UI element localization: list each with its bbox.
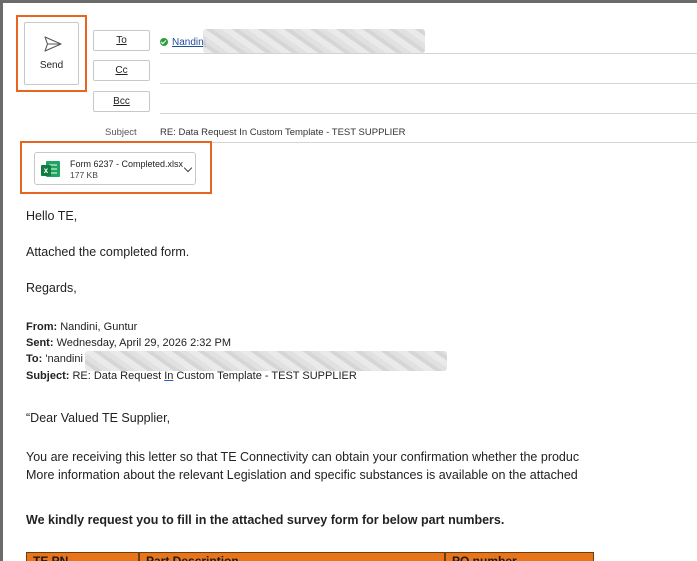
quoted-sent: Sent: Wednesday, April 29, 2026 2:32 PM — [26, 337, 232, 349]
cc-button[interactable]: Cc — [93, 60, 150, 81]
subject-field-line — [160, 142, 697, 143]
attachment-name: Form 6237 - Completed.xlsx — [70, 159, 184, 169]
attachment-size: 177 KB — [70, 170, 98, 180]
table-header-cell: TE PN — [26, 552, 139, 561]
paragraph-line-1: You are receiving this letter so that TE… — [26, 450, 580, 464]
to-field-line — [160, 53, 697, 54]
quoted-to: To: 'nandini — [26, 353, 83, 365]
bcc-button[interactable]: Bcc — [93, 91, 150, 112]
cc-field-line — [160, 83, 697, 84]
paragraph-line-2: More information about the relevant Legi… — [26, 468, 578, 482]
email-compose-window: Send To Cc Bcc Nandini Subject RE: Data … — [0, 0, 697, 561]
to-recipient-name: Nandini — [172, 36, 206, 48]
send-label: Send — [39, 60, 64, 71]
parts-table-header: TE PN Part Description PO number — [26, 552, 594, 561]
send-button[interactable]: Send — [24, 22, 79, 85]
quoted-from: From: Nandini, Guntur — [26, 321, 138, 333]
to-recipient-chip[interactable]: Nandini — [160, 35, 206, 49]
to-button[interactable]: To — [93, 30, 150, 51]
greeting: Hello TE, — [26, 209, 78, 223]
subject-label: Subject — [105, 127, 137, 138]
body-line: Attached the completed form. — [26, 245, 190, 259]
signoff: Regards, — [26, 281, 77, 295]
table-header-cell: Part Description — [139, 552, 445, 561]
excel-icon: x — [41, 161, 60, 178]
redacted-to-address — [85, 351, 447, 371]
bcc-field-line — [160, 113, 697, 114]
subject-input[interactable]: RE: Data Request In Custom Template - TE… — [160, 127, 406, 138]
quoted-subject: Subject: RE: Data Request In Custom Temp… — [26, 370, 357, 382]
send-icon — [44, 36, 62, 52]
chevron-down-icon[interactable] — [183, 163, 193, 173]
check-icon — [160, 38, 168, 46]
request-line: We kindly request you to fill in the att… — [26, 513, 505, 527]
redacted-recipient — [203, 29, 425, 53]
attachment-chip[interactable]: x Form 6237 - Completed.xlsx 177 KB — [34, 152, 196, 185]
salutation: “Dear Valued TE Supplier, — [26, 411, 171, 425]
table-header-cell: PO number — [445, 552, 594, 561]
